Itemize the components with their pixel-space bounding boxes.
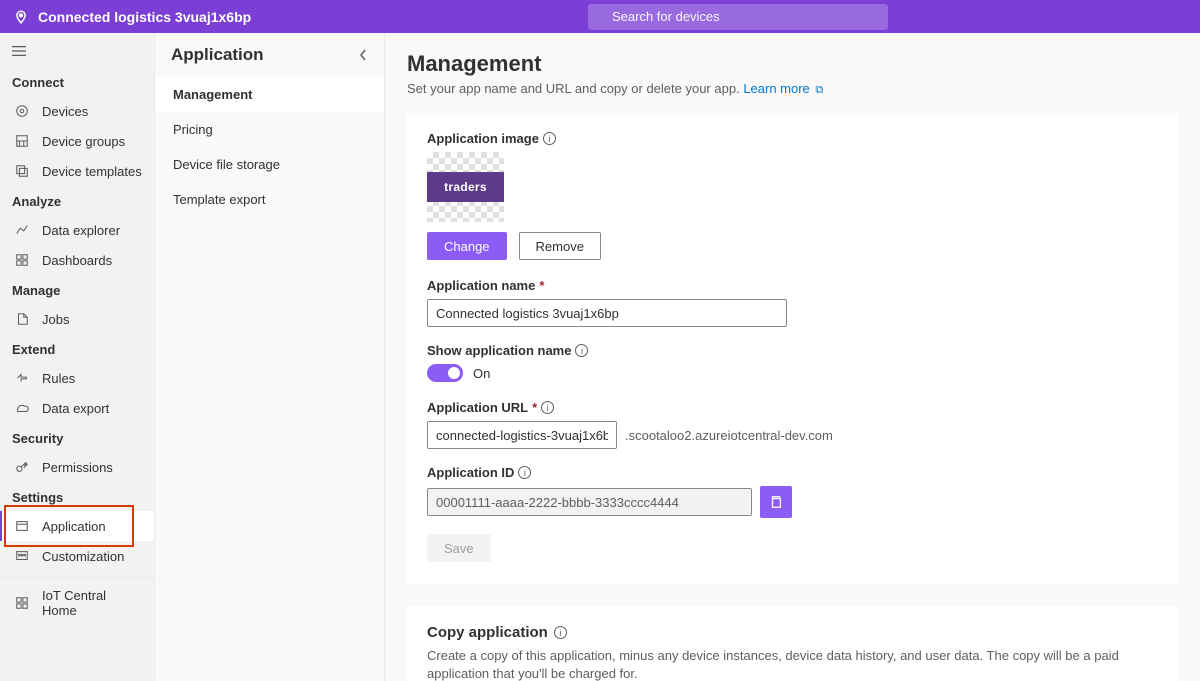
nav-device-templates[interactable]: Device templates — [0, 156, 154, 186]
nav-label: Permissions — [42, 460, 113, 475]
app-image-preview: traders — [427, 152, 504, 222]
search-container — [588, 4, 888, 30]
data-explorer-icon — [14, 222, 30, 238]
subnav-management[interactable]: Management — [155, 77, 384, 112]
rules-icon — [14, 370, 30, 386]
app-image-label: Application image i — [427, 131, 1158, 146]
nav-application[interactable]: Application — [0, 511, 154, 541]
app-id-input[interactable] — [427, 488, 752, 516]
change-button[interactable]: Change — [427, 232, 507, 260]
main-content: Management Set your app name and URL and… — [385, 33, 1200, 681]
copy-card: Copy application i Create a copy of this… — [407, 606, 1178, 681]
app-name-input[interactable] — [427, 299, 787, 327]
nav-device-groups[interactable]: Device groups — [0, 126, 154, 156]
page-title: Management — [407, 51, 1178, 77]
section-security: Security — [0, 423, 154, 452]
nav-label: Data explorer — [42, 223, 120, 238]
subnav-title: Application — [171, 45, 264, 65]
nav-label: Devices — [42, 104, 88, 119]
app-id-label: Application ID i — [427, 465, 1158, 480]
show-name-toggle[interactable] — [427, 364, 463, 382]
info-icon[interactable]: i — [518, 466, 531, 479]
toggle-state: On — [473, 366, 490, 381]
nav-devices[interactable]: Devices — [0, 96, 154, 126]
permissions-icon — [14, 459, 30, 475]
data-export-icon — [14, 400, 30, 416]
nav-label: Data export — [42, 401, 109, 416]
subnav-pricing[interactable]: Pricing — [155, 112, 384, 147]
app-image-brand: traders — [427, 172, 504, 202]
section-manage: Manage — [0, 275, 154, 304]
dashboards-icon — [14, 252, 30, 268]
nav-customization[interactable]: Customization — [0, 541, 154, 571]
customization-icon — [14, 548, 30, 564]
app-url-label: Application URL* i — [427, 400, 1158, 415]
search-input[interactable] — [588, 4, 888, 30]
subnav-template-export[interactable]: Template export — [155, 182, 384, 217]
sub-nav: Application Management Pricing Device fi… — [155, 33, 385, 681]
devices-icon — [14, 103, 30, 119]
info-icon[interactable]: i — [575, 344, 588, 357]
app-name-label: Application name* — [427, 278, 1158, 293]
collapse-icon[interactable] — [358, 48, 368, 62]
nav-label: Customization — [42, 549, 124, 564]
subnav-file-storage[interactable]: Device file storage — [155, 147, 384, 182]
nav-jobs[interactable]: Jobs — [0, 304, 154, 334]
nav-data-explorer[interactable]: Data explorer — [0, 215, 154, 245]
section-extend: Extend — [0, 334, 154, 363]
hamburger-icon[interactable] — [0, 41, 154, 67]
copy-description: Create a copy of this application, minus… — [427, 647, 1158, 681]
nav-label: Application — [42, 519, 106, 534]
url-suffix: .scootaloo2.azureiotcentral-dev.com — [625, 428, 833, 443]
nav-rules[interactable]: Rules — [0, 363, 154, 393]
device-groups-icon — [14, 133, 30, 149]
show-name-label: Show application name i — [427, 343, 1158, 358]
jobs-icon — [14, 311, 30, 327]
device-templates-icon — [14, 163, 30, 179]
nav-dashboards[interactable]: Dashboards — [0, 245, 154, 275]
settings-card: Application image i traders Change Remov… — [407, 113, 1178, 584]
nav-iot-central-home[interactable]: IoT Central Home — [0, 577, 154, 625]
left-nav: Connect Devices Device groups Device tem… — [0, 33, 155, 681]
nav-label: Jobs — [42, 312, 69, 327]
top-header: Connected logistics 3vuaj1x6bp — [0, 0, 1200, 33]
info-icon[interactable]: i — [554, 626, 567, 639]
section-analyze: Analyze — [0, 186, 154, 215]
nav-label: Device templates — [42, 164, 142, 179]
external-link-icon: ⧉ — [815, 84, 823, 96]
page-subtitle: Set your app name and URL and copy or de… — [407, 81, 1178, 97]
save-button[interactable]: Save — [427, 534, 491, 562]
learn-more-link[interactable]: Learn more ⧉ — [743, 81, 823, 96]
nav-label: Rules — [42, 371, 75, 386]
nav-permissions[interactable]: Permissions — [0, 452, 154, 482]
home-icon — [14, 595, 30, 611]
info-icon[interactable]: i — [543, 132, 556, 145]
nav-label: Device groups — [42, 134, 125, 149]
copy-id-button[interactable] — [760, 486, 792, 518]
remove-button[interactable]: Remove — [519, 232, 601, 260]
nav-label: Dashboards — [42, 253, 112, 268]
section-connect: Connect — [0, 67, 154, 96]
copy-title: Copy application i — [427, 624, 1158, 641]
info-icon[interactable]: i — [541, 401, 554, 414]
location-icon — [12, 8, 30, 26]
section-settings: Settings — [0, 482, 154, 511]
nav-data-export[interactable]: Data export — [0, 393, 154, 423]
nav-label: IoT Central Home — [42, 588, 142, 618]
application-icon — [14, 518, 30, 534]
app-title: Connected logistics 3vuaj1x6bp — [38, 9, 251, 25]
app-url-input[interactable] — [427, 421, 617, 449]
